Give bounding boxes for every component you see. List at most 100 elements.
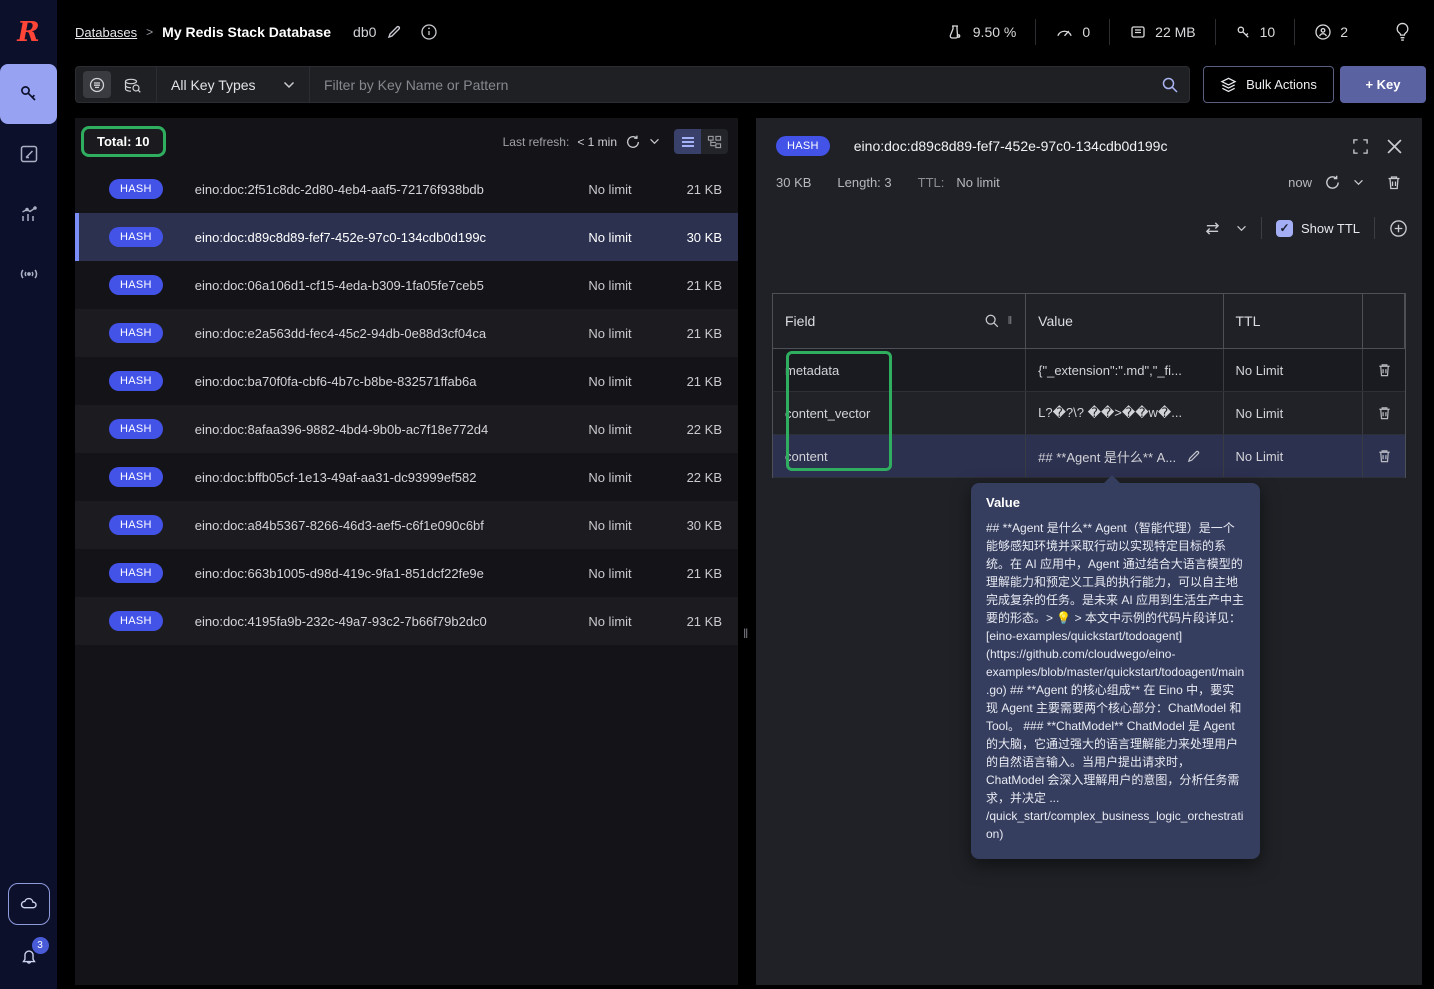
field-row[interactable]: metadata {"_extension":".md","_fi... No …	[773, 349, 1405, 392]
key-type-dropdown[interactable]: All Key Types	[157, 67, 309, 102]
cpu-icon	[947, 23, 965, 41]
key-detail-header: HASH eino:doc:d89c8d89-fef7-452e-97c0-13…	[756, 118, 1422, 156]
delete-field-icon[interactable]	[1377, 405, 1392, 421]
key-list-row[interactable]: HASH eino:doc:ba70f0fa-cbf6-4b7c-b8be-83…	[75, 357, 738, 405]
detail-refreshed-ago: now	[1288, 175, 1312, 190]
add-key-button[interactable]: + Key	[1340, 66, 1426, 103]
search-icon[interactable]	[1161, 76, 1179, 94]
key-search-input[interactable]	[310, 67, 1161, 102]
edit-value-icon[interactable]	[1186, 449, 1201, 464]
fullscreen-icon[interactable]	[1352, 138, 1369, 155]
cpu-value: 9.50 %	[972, 24, 1017, 40]
db-index-label: db0	[353, 24, 377, 40]
nav-cloud[interactable]	[7, 883, 50, 925]
key-list-row[interactable]: HASH eino:doc:663b1005-d98d-419c-9fa1-85…	[75, 549, 738, 597]
key-ttl: No limit	[588, 229, 632, 245]
key-size: 21 KB	[686, 373, 722, 389]
analytics-icon	[18, 203, 40, 225]
keys-count-icon	[1235, 24, 1252, 41]
tooltip-text: ## **Agent 是什么** Agent（智能代理）是一个能够感知环境并采取…	[986, 521, 1245, 841]
key-size: 22 KB	[686, 469, 722, 485]
refresh-key-button[interactable]	[1324, 174, 1341, 191]
key-name: eino:doc:d89c8d89-fef7-452e-97c0-134cdb0…	[194, 229, 487, 245]
key-list-row[interactable]: HASH eino:doc:8afaa396-9882-4bd4-9b0b-ac…	[75, 405, 738, 453]
field-value[interactable]: L?�?\? ��>��w�...	[1038, 405, 1182, 421]
delete-field-icon[interactable]	[1377, 362, 1392, 378]
key-detail-meta: 30 KB Length: 3 TTL: No limit now	[756, 156, 1422, 191]
field-value[interactable]: {"_extension":".md","_fi...	[1038, 363, 1182, 378]
formatter-swap-icon[interactable]	[1203, 221, 1222, 236]
detail-key-name[interactable]: eino:doc:d89c8d89-fef7-452e-97c0-134cdb0…	[854, 138, 1168, 154]
bulk-actions-button[interactable]: Bulk Actions	[1203, 66, 1334, 103]
key-name: eino:doc:8afaa396-9882-4bd4-9b0b-ac7f18e…	[194, 421, 489, 437]
close-icon[interactable]	[1387, 138, 1402, 154]
key-list-panel: Total: 10 Last refresh: < 1 min HASH ein…	[75, 118, 738, 985]
refresh-keys-button[interactable]	[625, 134, 641, 150]
field-name: metadata	[785, 362, 840, 378]
stat-connected-clients: 2	[1295, 23, 1367, 41]
nav-workbench[interactable]	[0, 124, 57, 184]
key-size: 21 KB	[686, 565, 722, 581]
value-tooltip: Value ## **Agent 是什么** Agent（智能代理）是一个能够感…	[971, 475, 1260, 859]
key-list: HASH eino:doc:2f51c8dc-2d80-4eb4-aaf5-72…	[75, 165, 738, 645]
key-ttl: No limit	[588, 565, 632, 581]
pubsub-icon	[17, 263, 41, 285]
nav-analytics[interactable]	[0, 184, 57, 244]
key-size: 21 KB	[686, 277, 722, 293]
resize-grip-icon: ‖	[743, 626, 750, 641]
filter-by-key-type-button[interactable]	[83, 71, 111, 98]
show-ttl-toggle[interactable]: ✓ Show TTL	[1275, 219, 1360, 237]
key-size: 21 KB	[686, 181, 722, 197]
key-list-row[interactable]: HASH eino:doc:2f51c8dc-2d80-4eb4-aaf5-72…	[75, 165, 738, 213]
field-row[interactable]: content ## **Agent 是什么** A... No Limit	[773, 435, 1405, 478]
field-ttl[interactable]: No Limit	[1236, 406, 1284, 421]
nav-notifications[interactable]: 3	[18, 937, 49, 967]
stat-memory: 22 MB	[1110, 23, 1214, 41]
refresh-key-chevron-icon[interactable]	[1353, 179, 1364, 186]
key-type-badge: HASH	[109, 563, 163, 583]
add-field-button[interactable]	[1389, 219, 1408, 238]
column-resize-handle[interactable]: ‖	[1008, 315, 1014, 327]
stat-cpu: 9.50 %	[928, 23, 1036, 41]
key-size: 21 KB	[686, 613, 722, 629]
db-info-icon[interactable]	[420, 23, 438, 41]
show-ttl-checkbox[interactable]: ✓	[1275, 219, 1293, 237]
key-list-row[interactable]: HASH eino:doc:d89c8d89-fef7-452e-97c0-13…	[75, 213, 738, 261]
field-ttl[interactable]: No Limit	[1236, 363, 1284, 378]
key-list-header: Total: 10 Last refresh: < 1 min	[75, 118, 738, 165]
key-list-row[interactable]: HASH eino:doc:e2a563dd-fec4-45c2-94db-0e…	[75, 309, 738, 357]
key-name: eino:doc:06a106d1-cf15-4eda-b309-1fa05fe…	[194, 277, 484, 293]
delete-field-icon[interactable]	[1377, 448, 1392, 464]
insights-trigger[interactable]	[1367, 21, 1420, 43]
key-list-row[interactable]: HASH eino:doc:bffb05cf-1e13-49af-aa31-dc…	[75, 453, 738, 501]
key-list-row[interactable]: HASH eino:doc:a84b5367-8266-46d3-aef5-c6…	[75, 501, 738, 549]
workbench-icon	[18, 143, 40, 165]
key-ttl: No limit	[588, 469, 632, 485]
edit-db-alias-button[interactable]	[386, 24, 402, 40]
tree-view-button[interactable]	[701, 129, 728, 154]
total-keys-annotation: Total: 10	[81, 126, 166, 157]
field-row[interactable]: content_vector L?�?\? ��>��w�... No Limi…	[773, 392, 1405, 435]
refresh-settings-chevron-icon[interactable]	[649, 138, 660, 145]
field-value[interactable]: ## **Agent 是什么** A...	[1038, 447, 1176, 466]
nav-browser[interactable]	[0, 64, 57, 124]
key-size: 22 KB	[686, 421, 722, 437]
value-view-controls: ✓ Show TTL	[756, 191, 1422, 239]
formatter-chevron-icon[interactable]	[1236, 225, 1247, 232]
delete-key-button[interactable]	[1386, 174, 1402, 191]
breadcrumb-databases-link[interactable]: Databases	[75, 25, 137, 40]
panel-resize-handle[interactable]: ‖	[738, 118, 756, 985]
key-ttl: No limit	[588, 373, 632, 389]
nav-pubsub[interactable]	[0, 244, 57, 304]
field-name: content	[785, 448, 828, 464]
key-ttl: No limit	[588, 421, 632, 437]
key-list-row[interactable]: HASH eino:doc:06a106d1-cf15-4eda-b309-1f…	[75, 261, 738, 309]
detail-ttl-value[interactable]: No limit	[956, 175, 999, 190]
key-list-row[interactable]: HASH eino:doc:4195fa9b-232c-49a7-93c2-7b…	[75, 597, 738, 645]
list-view-button[interactable]	[674, 129, 701, 154]
tooltip-title: Value	[986, 495, 1020, 510]
field-ttl[interactable]: No Limit	[1236, 449, 1284, 464]
search-by-values-button[interactable]	[118, 71, 146, 98]
key-name: eino:doc:4195fa9b-232c-49a7-93c2-7b66f79…	[194, 613, 487, 629]
field-search-icon[interactable]	[984, 313, 1000, 329]
